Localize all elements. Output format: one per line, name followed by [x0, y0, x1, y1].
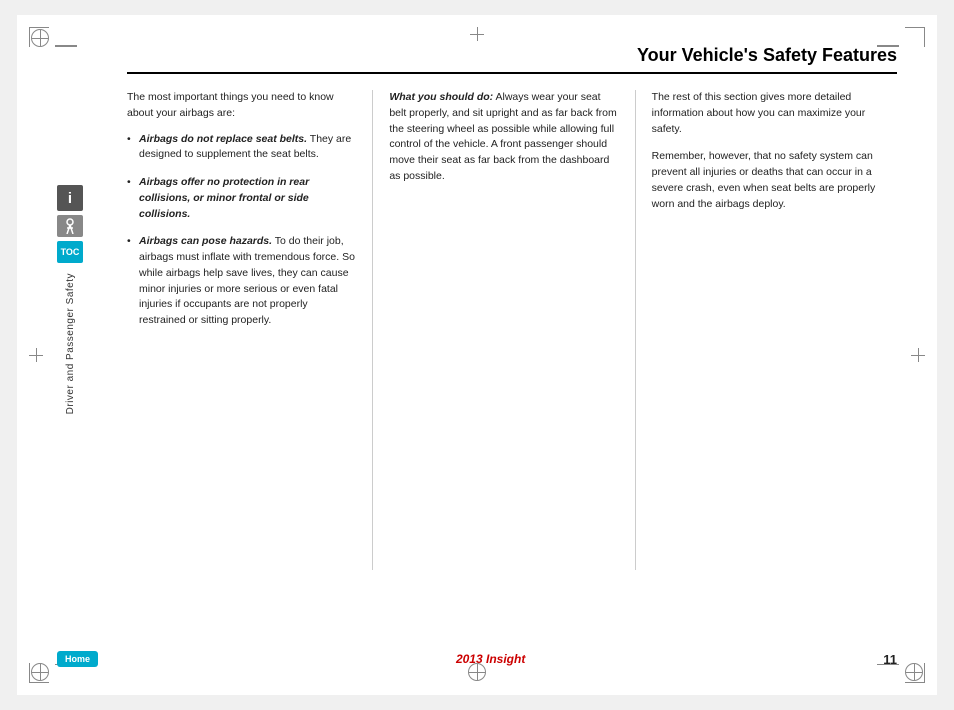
what-should-do-label: What you should do: — [389, 91, 493, 103]
bullet3-text: To do their job, airbags must inflate wi… — [139, 235, 355, 326]
seatbelt-icon[interactable] — [57, 215, 83, 237]
circle-mark-bottom-left — [31, 663, 49, 681]
reg-mark-right — [911, 348, 925, 362]
column2-body: Always wear your seat belt properly, and… — [389, 91, 616, 182]
page-number: 11 — [883, 652, 897, 667]
toc-icon[interactable]: TOC — [57, 241, 83, 263]
column-1: The most important things you need to kn… — [127, 90, 373, 570]
corner-mark-top-right — [905, 27, 925, 47]
bullet-1: Airbags do not replace seat belts. They … — [127, 132, 356, 164]
bullet1-bold: Airbags do not replace seat belts. — [139, 133, 307, 145]
column-2: What you should do: Always wear your sea… — [373, 90, 635, 570]
column3-para1: The rest of this section gives more deta… — [652, 90, 881, 137]
line-top-left — [55, 45, 77, 47]
sidebar-label: Driver and Passenger Safety — [65, 273, 76, 414]
info-icon[interactable]: i — [57, 185, 83, 211]
reg-mark-top — [470, 27, 484, 41]
content-area: The most important things you need to kn… — [127, 90, 897, 570]
bullet2-bold: Airbags offer no protection in rear coll… — [139, 176, 309, 220]
column1-intro: The most important things you need to kn… — [127, 90, 356, 122]
sidebar: i TOC Driver and Passenger Safety — [57, 185, 83, 414]
circle-mark-top-left — [31, 29, 49, 47]
line-top-right — [877, 45, 899, 47]
circle-mark-bottom-right — [905, 663, 923, 681]
bullet-list: Airbags do not replace seat belts. They … — [127, 132, 356, 329]
column3-para2: Remember, however, that no safety system… — [652, 149, 881, 212]
bullet-3: Airbags can pose hazards. To do their jo… — [127, 234, 356, 329]
column2-text: What you should do: Always wear your sea… — [389, 90, 618, 185]
document-page: i TOC Driver and Passenger Safety Your V… — [17, 15, 937, 695]
column-3: The rest of this section gives more deta… — [636, 90, 897, 570]
home-button[interactable]: Home — [57, 651, 98, 667]
bullet3-bold: Airbags can pose hazards. — [139, 235, 272, 247]
footer-title: 2013 Insight — [98, 652, 883, 666]
bullet-2: Airbags offer no protection in rear coll… — [127, 175, 356, 222]
page-title: Your Vehicle's Safety Features — [127, 45, 897, 74]
reg-mark-left — [29, 348, 43, 362]
footer: Home 2013 Insight 11 — [57, 651, 897, 667]
